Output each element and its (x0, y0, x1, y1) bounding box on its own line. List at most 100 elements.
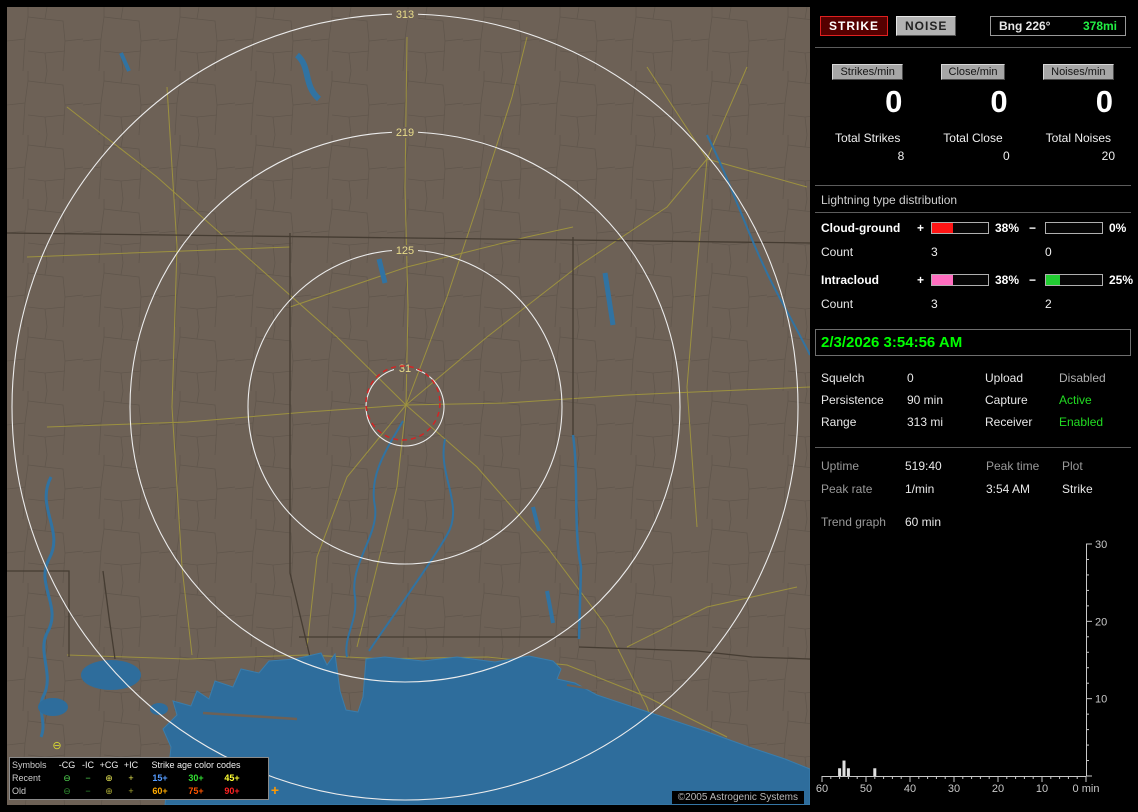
intracloud-count-row: Count 3 2 (815, 297, 1131, 311)
svg-text:30: 30 (948, 783, 960, 795)
strikes-per-min-value: 0 (885, 84, 903, 119)
legend-header-row: Symbols -CG -IC +CG +IC Strike age color… (12, 759, 266, 772)
svg-text:10: 10 (1036, 783, 1048, 795)
uptime-label: Uptime (821, 459, 860, 473)
uptime-value: 519:40 (905, 459, 942, 473)
plus-sign: + (917, 273, 925, 287)
intracloud-row: Intracloud + 38% − 25% (815, 273, 1134, 287)
age-code-90: 90+ (224, 786, 240, 796)
legend-age-header: Strike age color codes (151, 760, 241, 770)
noises-per-min-value: 0 (1095, 84, 1113, 119)
age-code-30: 30+ (188, 773, 204, 783)
trend-graph-row: Trend graph 60 min (821, 515, 1127, 530)
intracloud-plus-bar (931, 274, 989, 286)
close-per-min-button[interactable]: Close/min (940, 64, 1006, 80)
datetime-display: 2/3/2026 3:54:56 AM (815, 329, 1131, 356)
age-code-45: 45+ (224, 773, 240, 783)
svg-text:40: 40 (904, 783, 916, 795)
intracloud-minus-bar (1045, 274, 1103, 286)
persistence-value: 90 min (907, 393, 944, 407)
age-code-60: 60+ (152, 786, 168, 796)
upload-label: Upload (985, 371, 1024, 385)
strikes-per-min-button[interactable]: Strikes/min (832, 64, 903, 80)
legend-recent-row: Recent ⊖ − ⊕ + 15+ 30+ 45+ (12, 772, 266, 785)
rate-values-row: 0 0 0 (815, 85, 1131, 119)
plus-sign: + (917, 221, 925, 235)
strike-button[interactable]: STRIKE (820, 16, 889, 36)
neg-ic-old-icon: − (85, 786, 91, 796)
noises-per-min-button[interactable]: Noises/min (1043, 64, 1114, 80)
intracloud-minus-pct: 25% (1109, 273, 1134, 287)
peak-rate-label: Peak rate (821, 482, 873, 496)
rate-buttons-row: Strikes/min Close/min Noises/min (815, 64, 1131, 80)
peak-time-value: 3:54 AM (986, 482, 1031, 496)
range-value: 313 mi (907, 415, 944, 429)
squelch-value: 0 (907, 371, 914, 385)
cloud-ground-plus-count: 3 (931, 245, 938, 259)
legend-recent-label: Recent (12, 773, 41, 783)
peak-rate-value: 1/min (905, 482, 935, 496)
total-strikes-label: Total Strikes (834, 131, 901, 145)
intracloud-plus-count: 3 (931, 297, 938, 311)
legend-old-row: Old ⊖ − ⊕ + 60+ 75+ 90+ (12, 785, 266, 798)
minus-sign: − (1029, 221, 1037, 235)
ring-label-219: 219 (396, 127, 414, 139)
app-window: 313 219 125 31 ⊖ + Symbols -CG -IC +CG +… (0, 0, 1138, 812)
capture-value: Active (1059, 393, 1092, 407)
intracloud-minus-count: 2 (1045, 297, 1052, 311)
total-close-value: 0 (1002, 149, 1010, 163)
capture-label: Capture (985, 393, 1028, 407)
range-label: Range (821, 415, 857, 429)
ring-label-125: 125 (396, 245, 414, 257)
map-view[interactable]: 313 219 125 31 ⊖ + Symbols -CG -IC +CG +… (7, 7, 810, 805)
upload-value: Disabled (1059, 371, 1106, 385)
bar-fill (932, 275, 954, 285)
bearing-range: 378mi (1082, 19, 1117, 33)
trend-graph-value: 60 min (905, 515, 942, 529)
persistence-label: Persistence (821, 393, 884, 407)
svg-text:20: 20 (1095, 616, 1107, 628)
ring-label-313: 313 (396, 9, 414, 21)
total-close-label: Total Close (943, 131, 1003, 145)
divider (815, 185, 1131, 186)
svg-text:10: 10 (1095, 694, 1107, 706)
svg-text:50: 50 (860, 783, 872, 795)
ring-label-31: 31 (399, 363, 411, 375)
settings-grid: Squelch 0 Upload Disabled Persistence 90… (821, 371, 1127, 430)
panel-header: STRIKE NOISE Bng 226° 378mi (820, 16, 1126, 36)
lightning-distribution-section: Lightning type distribution Cloud-ground… (815, 193, 1134, 311)
stats-grid: Uptime 519:40 Peak time Plot Peak rate 1… (821, 459, 1127, 497)
pos-cg-recent-icon: ⊕ (105, 773, 113, 783)
count-label: Count (821, 245, 854, 259)
svg-text:0 min: 0 min (1073, 783, 1100, 795)
legend-col-pos-cg: +CG (99, 760, 119, 770)
peak-time-label: Peak time (986, 459, 1040, 473)
neg-cg-recent-icon: ⊖ (63, 773, 71, 783)
neg-ic-recent-icon: − (85, 773, 91, 783)
cloud-ground-plus-bar (931, 222, 989, 234)
legend-col-neg-ic: -IC (82, 760, 94, 770)
neg-cg-old-icon: ⊖ (63, 786, 71, 796)
cloud-ground-minus-count: 0 (1045, 245, 1052, 259)
legend-col-neg-cg: -CG (58, 760, 76, 770)
total-noises-value: 20 (1101, 149, 1115, 163)
totals-values-row: 8 0 20 (815, 149, 1131, 163)
cloud-ground-count-row: Count 3 0 (815, 245, 1131, 259)
minus-sign: − (1029, 273, 1037, 287)
totals-labels-row: Total Strikes Total Close Total Noises (815, 131, 1131, 145)
strike-marker: ⊖ (52, 740, 61, 752)
bar-fill (1046, 275, 1060, 285)
distribution-title: Lightning type distribution (815, 193, 1131, 213)
close-per-min-value: 0 (990, 84, 1008, 119)
copyright-label: ©2005 Astrogenic Systems (671, 791, 804, 804)
bearing-value: Bng 226° (999, 19, 1051, 33)
total-strikes-value: 8 (897, 149, 905, 163)
svg-text:60: 60 (816, 783, 828, 795)
trend-graph-svg: 60 50 40 30 20 10 0 min 30 20 10 (816, 539, 1107, 795)
bar-fill (932, 223, 954, 233)
cloud-ground-minus-pct: 0% (1109, 221, 1127, 235)
plot-value: Strike (1062, 482, 1093, 496)
trend-graph-label: Trend graph (821, 515, 886, 529)
total-noises-label: Total Noises (1045, 131, 1112, 145)
noise-button[interactable]: NOISE (896, 16, 957, 36)
